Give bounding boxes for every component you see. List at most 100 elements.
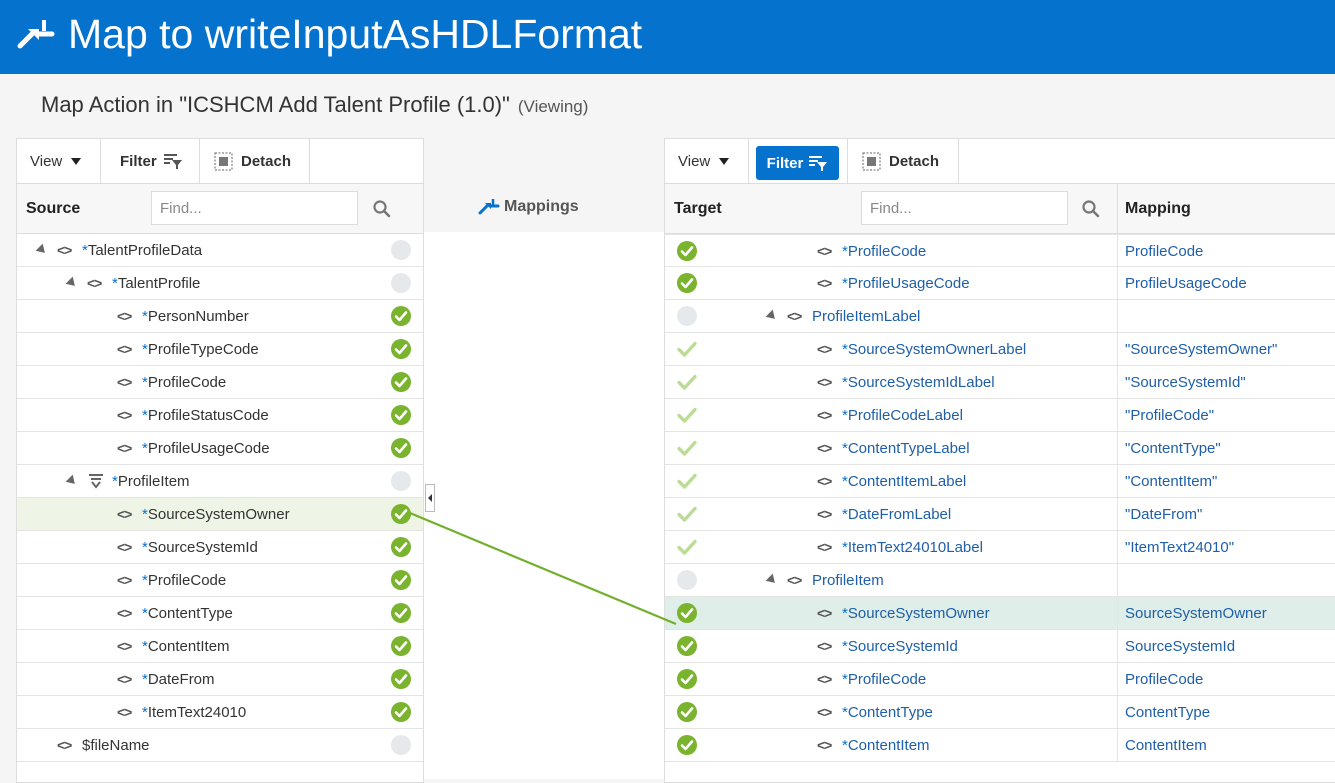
detach-button[interactable]: Detach <box>848 139 959 183</box>
literal-check-icon <box>677 341 697 357</box>
mapping-cell[interactable]: "ContentItem" <box>1117 465 1335 498</box>
source-tree-row[interactable]: <> *SourceSystemId <box>17 531 423 564</box>
element-label: *ProfileUsageCode <box>142 440 270 457</box>
filter-button[interactable]: Filter <box>756 146 839 180</box>
element-icon: <> <box>817 539 832 555</box>
element-icon: <> <box>817 407 832 423</box>
element-label: *SourceSystemOwnerLabel <box>842 341 1027 358</box>
source-tree-row[interactable]: <> *PersonNumber <box>17 300 423 333</box>
search-icon[interactable] <box>372 199 392 219</box>
mapping-cell[interactable]: ProfileUsageCode <box>1117 267 1335 300</box>
mapping-cell[interactable]: ContentType <box>1117 696 1335 729</box>
mapping-cell[interactable]: "ProfileCode" <box>1117 399 1335 432</box>
source-tree-row[interactable]: <> *ProfileTypeCode <box>17 333 423 366</box>
expand-toggle-icon[interactable] <box>35 243 49 257</box>
target-tree-row[interactable]: <> *ContentItem ContentItem <box>665 729 1335 762</box>
element-icon: <> <box>117 605 132 621</box>
expand-toggle-icon[interactable] <box>765 573 779 587</box>
target-tree-row[interactable]: <> ProfileItem <box>665 564 1335 597</box>
element-icon: <> <box>117 341 132 357</box>
target-tree-row[interactable]: <> *SourceSystemOwner SourceSystemOwner <box>665 597 1335 630</box>
mapping-cell[interactable]: "ContentType" <box>1117 432 1335 465</box>
mapping-cell[interactable]: SourceSystemOwner <box>1117 597 1335 630</box>
target-tree-row[interactable]: <> *ItemText24010Label "ItemText24010" <box>665 531 1335 564</box>
mapped-check-icon <box>391 438 411 458</box>
collapse-source-button[interactable] <box>425 484 435 512</box>
source-tree-row[interactable]: <> *ItemText24010 <box>17 696 423 729</box>
page-header: Map to writeInputAsHDLFormat <box>0 0 1335 74</box>
target-tree-row[interactable]: <> *SourceSystemId SourceSystemId <box>665 630 1335 663</box>
element-icon: <> <box>117 308 132 324</box>
subheader-title: Map Action in "ICSHCM Add Talent Profile… <box>41 92 510 117</box>
mapping-cell[interactable] <box>1117 564 1335 597</box>
source-tree-row[interactable]: <> *ContentItem <box>17 630 423 663</box>
target-tree-row[interactable]: <> *ContentItemLabel "ContentItem" <box>665 465 1335 498</box>
mapping-cell[interactable]: ProfileCode <box>1117 235 1335 268</box>
source-tree-row[interactable]: <> *ContentType <box>17 597 423 630</box>
target-tree-row[interactable]: <> *SourceSystemIdLabel "SourceSystemId" <box>665 366 1335 399</box>
source-tree-row[interactable]: <> *TalentProfileData <box>17 234 423 267</box>
mapped-check-icon <box>391 603 411 623</box>
mapping-cell[interactable]: "SourceSystemId" <box>1117 366 1335 399</box>
mapped-check-icon <box>391 636 411 656</box>
unmapped-status-icon <box>391 471 411 491</box>
element-icon: <> <box>817 243 832 259</box>
mapped-check-icon <box>677 669 697 689</box>
source-find-input[interactable] <box>151 191 358 225</box>
expand-toggle-icon[interactable] <box>65 474 79 488</box>
view-menu[interactable]: View <box>665 139 749 183</box>
detach-button[interactable]: Detach <box>200 139 310 183</box>
mapping-cell[interactable]: "SourceSystemOwner" <box>1117 333 1335 366</box>
viewing-status: (Viewing) <box>517 97 589 116</box>
filter-button[interactable]: Filter <box>101 139 200 183</box>
target-tree-row[interactable]: <> *SourceSystemOwnerLabel "SourceSystemOw… <box>665 333 1335 366</box>
element-label: *DateFrom <box>142 671 215 688</box>
source-tree-row[interactable]: <> *ProfileCode <box>17 564 423 597</box>
mapping-cell[interactable] <box>1117 300 1335 333</box>
mapping-cell[interactable]: ContentItem <box>1117 729 1335 762</box>
expand-toggle-icon[interactable] <box>765 309 779 323</box>
mapped-check-icon <box>677 273 697 293</box>
target-tree-row[interactable]: <> ProfileItemLabel <box>665 300 1335 333</box>
element-icon: <> <box>117 704 132 720</box>
mapping-cell[interactable]: "ItemText24010" <box>1117 531 1335 564</box>
element-icon: <> <box>787 572 802 588</box>
mapped-check-icon <box>391 570 411 590</box>
target-tree-row[interactable]: <> *ProfileUsageCode ProfileUsageCode <box>665 267 1335 300</box>
element-icon: <> <box>117 671 132 687</box>
element-icon: <> <box>117 440 132 456</box>
target-tree-row[interactable]: <> *ContentTypeLabel "ContentType" <box>665 432 1335 465</box>
element-label: *ContentType <box>142 605 233 622</box>
target-tree-row[interactable]: <> *ProfileCode ProfileCode <box>665 663 1335 696</box>
mapping-cell[interactable]: ProfileCode <box>1117 663 1335 696</box>
source-tree-row[interactable]: <> *SourceSystemOwner <box>17 498 423 531</box>
element-label: *ProfileCode <box>842 671 927 688</box>
source-column-header: Source <box>17 184 423 234</box>
mapping-cell[interactable]: SourceSystemId <box>1117 630 1335 663</box>
search-icon[interactable] <box>1081 199 1101 219</box>
mapping-canvas <box>424 232 664 779</box>
source-tree-row[interactable]: <> *ProfileUsageCode <box>17 432 423 465</box>
source-tree-row[interactable]: <> *TalentProfile <box>17 267 423 300</box>
target-tree-row[interactable]: <> *ContentType ContentType <box>665 696 1335 729</box>
target-tree-row[interactable]: <> *ProfileCode ProfileCode <box>665 234 1335 268</box>
expand-toggle-icon[interactable] <box>65 276 79 290</box>
source-tree-row[interactable]: <> *DateFrom <box>17 663 423 696</box>
unmapped-status-icon <box>391 735 411 755</box>
element-label: *ProfileStatusCode <box>142 407 269 424</box>
filter-icon <box>163 154 182 169</box>
mapping-cell[interactable]: "DateFrom" <box>1117 498 1335 531</box>
element-label: *ContentItemLabel <box>842 473 967 490</box>
element-icon: <> <box>817 440 832 456</box>
mapped-check-icon <box>677 735 697 755</box>
source-tree-row[interactable]: <> *ProfileCode <box>17 366 423 399</box>
source-tree-row[interactable]: <> $fileName <box>17 729 423 762</box>
mappings-label: Mappings <box>478 196 579 218</box>
target-tree-row[interactable]: <> *DateFromLabel "DateFrom" <box>665 498 1335 531</box>
view-menu[interactable]: View <box>17 139 101 183</box>
source-tree-row[interactable]: <> *ProfileStatusCode <box>17 399 423 432</box>
source-tree-row[interactable]: *ProfileItem <box>17 465 423 498</box>
target-find-input[interactable] <box>861 191 1068 225</box>
element-icon: <> <box>817 506 832 522</box>
target-tree-row[interactable]: <> *ProfileCodeLabel "ProfileCode" <box>665 399 1335 432</box>
